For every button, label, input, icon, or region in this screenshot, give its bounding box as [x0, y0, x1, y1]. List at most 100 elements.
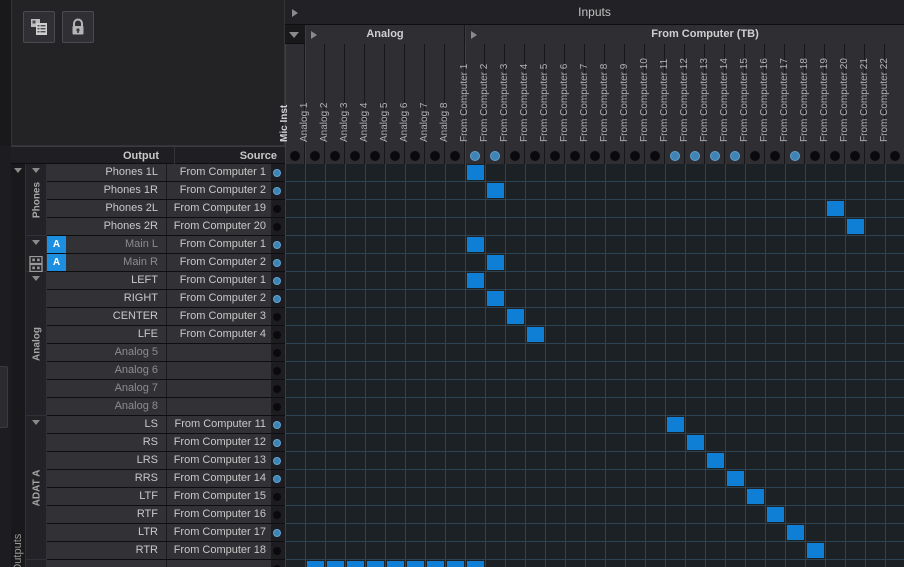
- input-indicator-dot[interactable]: [509, 151, 520, 161]
- routing-cell-active[interactable]: [387, 561, 404, 567]
- routing-cell-active[interactable]: [827, 201, 844, 216]
- source-indicator-dot[interactable]: [273, 493, 281, 501]
- source-name[interactable]: From Computer 1: [167, 272, 271, 289]
- input-group-header-analog[interactable]: Analog: [305, 25, 465, 44]
- routing-cell-active[interactable]: [787, 525, 804, 540]
- lock-button[interactable]: [62, 11, 94, 43]
- input-indicator-dot[interactable]: [849, 151, 860, 161]
- source-indicator-dot[interactable]: [273, 511, 281, 519]
- source-name[interactable]: From Computer 1: [167, 236, 271, 253]
- outputs-collapse-caret-icon[interactable]: [14, 168, 22, 173]
- input-indicator-dot[interactable]: [369, 151, 380, 161]
- input-indicator-dot[interactable]: [649, 151, 660, 161]
- outputs-group-rail[interactable]: Outputs: [11, 164, 26, 567]
- source-name[interactable]: From Computer 1: [167, 164, 271, 181]
- source-indicator-dot[interactable]: [273, 457, 281, 465]
- source-name[interactable]: From Computer 3: [167, 308, 271, 325]
- input-indicator-dot[interactable]: [749, 151, 760, 161]
- source-indicator-dot[interactable]: [273, 547, 281, 555]
- output-row[interactable]: RIGHT From Computer 2: [47, 290, 285, 308]
- input-indicator-dot[interactable]: [609, 151, 620, 161]
- input-indicator-dot[interactable]: [470, 151, 480, 161]
- source-indicator-dot[interactable]: [273, 223, 281, 231]
- output-row[interactable]: [47, 560, 285, 567]
- source-indicator-dot[interactable]: [273, 421, 281, 429]
- source-indicator-dot[interactable]: [273, 529, 281, 537]
- routing-cell-active[interactable]: [847, 219, 864, 234]
- routing-cell-active[interactable]: [487, 255, 504, 270]
- input-indicator-dot[interactable]: [389, 151, 400, 161]
- output-row[interactable]: LRS From Computer 13: [47, 452, 285, 470]
- monitor-group-badge[interactable]: A: [47, 254, 66, 271]
- output-group-monitor[interactable]: [26, 236, 47, 273]
- source-name[interactable]: [167, 362, 271, 379]
- source-name[interactable]: From Computer 13: [167, 452, 271, 469]
- routing-cell-active[interactable]: [767, 507, 784, 522]
- routing-cell-active[interactable]: [327, 561, 344, 567]
- source-name[interactable]: From Computer 16: [167, 506, 271, 523]
- input-indicator-dot[interactable]: [290, 151, 300, 161]
- input-indicator-dot[interactable]: [709, 151, 720, 161]
- group-collapse-caret-icon[interactable]: [32, 240, 40, 245]
- output-row[interactable]: Analog 5: [47, 344, 285, 362]
- source-indicator-dot[interactable]: [273, 385, 281, 393]
- output-row[interactable]: LEFT From Computer 1: [47, 272, 285, 290]
- output-group-analog[interactable]: Analog: [26, 272, 47, 416]
- source-name[interactable]: From Computer 20: [167, 218, 271, 235]
- input-indicator-dot[interactable]: [809, 151, 820, 161]
- group-collapse-caret-icon[interactable]: [32, 276, 40, 281]
- source-name[interactable]: From Computer 2: [167, 182, 271, 199]
- input-indicator-dot[interactable]: [629, 151, 640, 161]
- source-name[interactable]: [167, 398, 271, 415]
- routing-matrix[interactable]: [285, 164, 904, 567]
- output-row[interactable]: LTF From Computer 15: [47, 488, 285, 506]
- input-indicator-dot[interactable]: [869, 151, 880, 161]
- group-collapse-caret-icon[interactable]: [32, 420, 40, 425]
- source-name[interactable]: From Computer 14: [167, 470, 271, 487]
- source-indicator-dot[interactable]: [273, 331, 281, 339]
- routing-cell-active[interactable]: [687, 435, 704, 450]
- input-group-header-from-computer-tb[interactable]: From Computer (TB): [465, 25, 904, 44]
- input-indicator-dot[interactable]: [669, 151, 680, 161]
- source-indicator-dot[interactable]: [273, 187, 281, 195]
- output-group-adat-a[interactable]: ADAT A: [26, 416, 47, 560]
- source-indicator-dot[interactable]: [273, 169, 281, 177]
- source-indicator-dot[interactable]: [273, 259, 281, 267]
- output-group-phones[interactable]: Phones: [26, 164, 47, 236]
- input-indicator-dot[interactable]: [529, 151, 540, 161]
- source-indicator-dot[interactable]: [273, 277, 281, 285]
- input-indicator-dot[interactable]: [489, 151, 500, 161]
- source-name[interactable]: From Computer 17: [167, 524, 271, 541]
- routing-cell-active[interactable]: [527, 327, 544, 342]
- routing-cell-active[interactable]: [307, 561, 324, 567]
- source-name[interactable]: From Computer 18: [167, 542, 271, 559]
- input-indicator-dot[interactable]: [409, 151, 420, 161]
- source-indicator-dot[interactable]: [273, 349, 281, 357]
- input-indicator-dot[interactable]: [429, 151, 440, 161]
- output-row[interactable]: A Main R From Computer 2: [47, 254, 285, 272]
- output-row[interactable]: RRS From Computer 14: [47, 470, 285, 488]
- routing-cell-active[interactable]: [467, 165, 484, 180]
- routing-cell-active[interactable]: [747, 489, 764, 504]
- source-name[interactable]: From Computer 19: [167, 200, 271, 217]
- output-row[interactable]: RS From Computer 12: [47, 434, 285, 452]
- output-row[interactable]: Phones 1R From Computer 2: [47, 182, 285, 200]
- source-name[interactable]: From Computer 11: [167, 416, 271, 433]
- routing-cell-active[interactable]: [487, 291, 504, 306]
- output-row[interactable]: Analog 8: [47, 398, 285, 416]
- routing-cell-active[interactable]: [667, 417, 684, 432]
- source-name[interactable]: [167, 380, 271, 397]
- source-name[interactable]: From Computer 2: [167, 290, 271, 307]
- output-row[interactable]: LTR From Computer 17: [47, 524, 285, 542]
- routing-cell-active[interactable]: [467, 273, 484, 288]
- source-name[interactable]: From Computer 2: [167, 254, 271, 271]
- output-row[interactable]: Phones 2L From Computer 19: [47, 200, 285, 218]
- source-indicator-dot[interactable]: [273, 439, 281, 447]
- routing-cell-active[interactable]: [367, 561, 384, 567]
- input-indicator-dot[interactable]: [329, 151, 340, 161]
- output-row[interactable]: A Main L From Computer 1: [47, 236, 285, 254]
- input-indicator-dot[interactable]: [589, 151, 600, 161]
- source-name[interactable]: From Computer 12: [167, 434, 271, 451]
- routing-cell-active[interactable]: [807, 543, 824, 558]
- output-row[interactable]: RTR From Computer 18: [47, 542, 285, 560]
